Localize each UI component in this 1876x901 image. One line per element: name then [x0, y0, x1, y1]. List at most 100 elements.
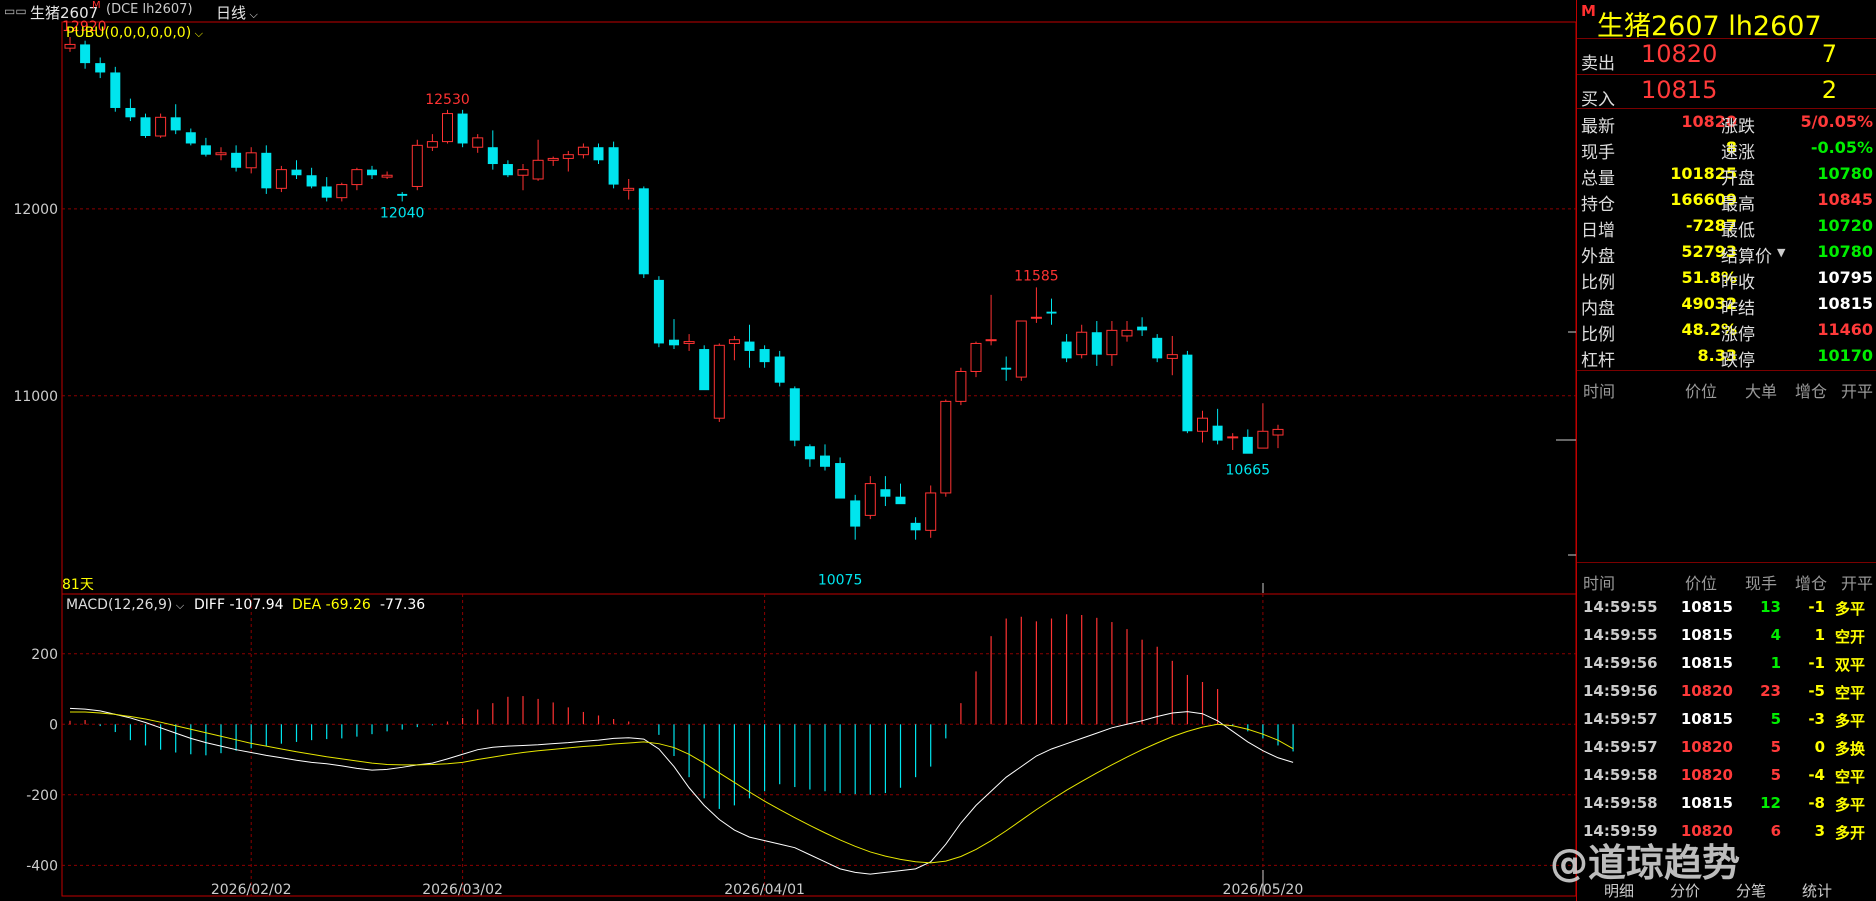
macd-indicator-selector[interactable]: MACD(12,26,9) ⌵ [66, 597, 184, 613]
candle[interactable] [940, 399, 952, 497]
candle[interactable] [125, 98, 136, 122]
candle[interactable] [713, 343, 725, 422]
candle[interactable] [608, 141, 619, 189]
candle[interactable] [502, 160, 513, 178]
bid-label: 买入 [1581, 90, 1615, 110]
candle[interactable] [744, 324, 755, 368]
trade-row[interactable]: 14:59:55 10815 4 1 空开 [1577, 626, 1876, 652]
candle[interactable] [1242, 429, 1253, 454]
candle[interactable] [457, 109, 468, 148]
candle[interactable] [261, 145, 272, 194]
trade-row[interactable]: 14:59:56 10820 23 -5 空平 [1577, 682, 1876, 708]
candle[interactable] [1257, 403, 1269, 449]
candle[interactable] [1046, 298, 1057, 325]
candle[interactable] [1001, 356, 1012, 381]
candle[interactable] [955, 367, 967, 406]
candle[interactable] [1212, 408, 1223, 445]
candle[interactable] [245, 147, 257, 174]
trade-row[interactable]: 14:59:58 10815 12 -8 多平 [1577, 794, 1876, 820]
candle[interactable] [547, 156, 559, 166]
candle[interactable] [426, 134, 438, 151]
candle[interactable] [1272, 424, 1284, 449]
trade-row[interactable]: 14:59:56 10815 1 -1 双平 [1577, 654, 1876, 680]
trade-row[interactable]: 14:59:57 10820 5 0 多换 [1577, 738, 1876, 764]
bid-volume: 2 [1821, 76, 1837, 104]
candle[interactable] [140, 113, 151, 138]
candle[interactable] [925, 485, 937, 538]
stat-value: 11460 [1817, 320, 1873, 339]
candle[interactable] [1197, 410, 1208, 443]
candle[interactable] [351, 167, 363, 191]
tab-stats[interactable]: 统计 [1802, 880, 1832, 901]
stat-label: 跌停 [1721, 351, 1755, 371]
candle[interactable] [593, 143, 604, 165]
candle[interactable] [1106, 321, 1118, 366]
bid-row[interactable]: 买入 10815 2 [1577, 76, 1876, 110]
candle[interactable] [170, 104, 181, 135]
candle[interactable] [895, 483, 906, 505]
candle[interactable] [110, 66, 121, 112]
candle[interactable] [80, 40, 91, 69]
candle[interactable] [910, 517, 921, 540]
candle[interactable] [1227, 433, 1239, 450]
candle[interactable] [820, 444, 830, 471]
candle[interactable] [638, 186, 649, 279]
candle[interactable] [699, 345, 710, 391]
candle[interactable] [774, 350, 785, 387]
candle[interactable] [95, 57, 106, 79]
pubu-indicator-selector[interactable]: PUBU(0,0,0,0,0,0) ⌵ [66, 25, 203, 41]
tab-ticks[interactable]: 分笔 [1736, 880, 1766, 901]
candle[interactable] [669, 319, 679, 350]
candle[interactable] [835, 457, 846, 499]
trade-type: 多平 [1835, 600, 1866, 618]
candle[interactable] [321, 177, 332, 202]
candle[interactable] [517, 164, 529, 191]
candle[interactable] [291, 160, 302, 179]
candle[interactable] [1152, 334, 1163, 363]
candle[interactable] [1121, 321, 1133, 342]
candle[interactable] [1061, 334, 1072, 363]
candle[interactable] [804, 444, 815, 467]
candle[interactable] [336, 182, 348, 202]
ask-row[interactable]: 卖出 10820 7 [1577, 40, 1876, 74]
candle[interactable] [397, 192, 408, 202]
candle[interactable] [215, 147, 227, 161]
candle[interactable] [155, 113, 167, 138]
candle[interactable] [487, 130, 498, 170]
candle[interactable] [185, 128, 196, 146]
candle[interactable] [472, 134, 484, 153]
candle[interactable] [789, 386, 800, 447]
candle[interactable] [1030, 287, 1042, 323]
candle[interactable] [442, 109, 453, 144]
candle[interactable] [970, 341, 982, 378]
trade-row[interactable]: 14:59:55 10815 13 -1 多平 [1577, 598, 1876, 624]
chart-area[interactable]: 12000 11000 200 0 -200 -400 2026/02/02 2026/03/… [0, 0, 1576, 901]
candle[interactable] [1137, 317, 1148, 336]
candle[interactable] [985, 294, 997, 346]
candle[interactable] [653, 276, 664, 348]
candle[interactable] [1091, 321, 1102, 366]
candle[interactable] [623, 178, 635, 200]
candle[interactable] [577, 143, 589, 159]
candle[interactable] [1076, 324, 1088, 359]
candle[interactable] [367, 165, 377, 179]
candle[interactable] [880, 476, 891, 507]
trade-row[interactable]: 14:59:58 10820 5 -4 空平 [1577, 766, 1876, 792]
candle[interactable] [1015, 320, 1027, 381]
candle[interactable] [864, 476, 876, 520]
candle[interactable] [683, 334, 695, 351]
candle[interactable] [411, 139, 423, 191]
trade-row[interactable]: 14:59:57 10815 5 -3 多平 [1577, 710, 1876, 736]
candle[interactable] [275, 165, 287, 193]
candle[interactable] [306, 167, 317, 189]
candle[interactable] [759, 345, 770, 368]
candle[interactable] [562, 150, 574, 172]
candle[interactable] [381, 171, 393, 179]
candle[interactable] [850, 494, 861, 540]
candle[interactable] [200, 137, 211, 157]
candle[interactable] [1182, 350, 1193, 434]
candle[interactable] [532, 139, 544, 181]
candle[interactable] [728, 335, 740, 361]
candle[interactable] [1166, 335, 1178, 376]
candle[interactable] [231, 145, 242, 172]
